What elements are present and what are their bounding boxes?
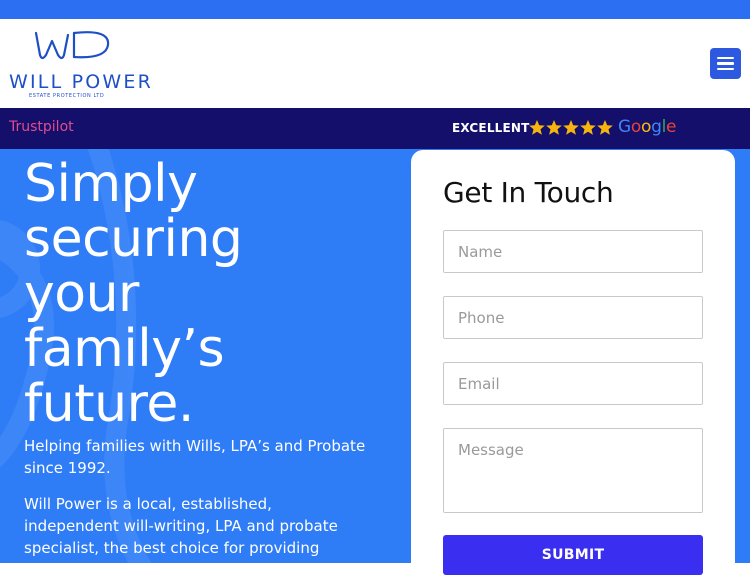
email-field[interactable] [443, 362, 703, 405]
google-logo-letter: e [666, 117, 677, 137]
site-header: WILL POWER ESTATE PROTECTION LTD [0, 19, 750, 108]
headline-line: future. [24, 374, 194, 434]
logo-mark-icon[interactable] [30, 27, 112, 63]
phone-field[interactable] [443, 296, 703, 339]
hero-body-text: Will Power is a local, established, inde… [24, 495, 338, 557]
headline-line: family’s [24, 319, 225, 379]
google-logo-letter: o [630, 117, 641, 137]
google-logo-letter: g [651, 117, 662, 137]
google-logo-text[interactable]: Google [618, 117, 677, 137]
logo-subtitle: ESTATE PROTECTION LTD [29, 93, 105, 99]
google-logo-letter: o [640, 117, 652, 137]
top-strip [0, 0, 750, 19]
hamburger-icon-bar [717, 67, 734, 71]
rating-excellent-label: EXCELLENT [452, 121, 530, 135]
google-logo-letter: G [618, 117, 631, 137]
hero-headline: Simply securing your family’s future. [24, 157, 404, 432]
message-field[interactable] [443, 428, 703, 513]
menu-button[interactable] [710, 48, 741, 79]
headline-line: securing [24, 209, 243, 269]
trustpilot-link[interactable]: Trustpilot [9, 119, 74, 135]
headline-line: your [24, 264, 139, 324]
hamburger-icon-bar [717, 62, 734, 65]
logo-title[interactable]: WILL POWER [9, 71, 153, 93]
contact-form-title: Get In Touch [443, 176, 614, 209]
hamburger-icon [717, 56, 734, 60]
name-field[interactable] [443, 230, 703, 273]
hero-lead-text: Helping families with Wills, LPA’s and P… [24, 437, 366, 477]
headline-line: Simply [24, 154, 198, 214]
five-star-rating-icon [529, 120, 613, 135]
submit-button[interactable]: SUBMIT [443, 535, 703, 575]
